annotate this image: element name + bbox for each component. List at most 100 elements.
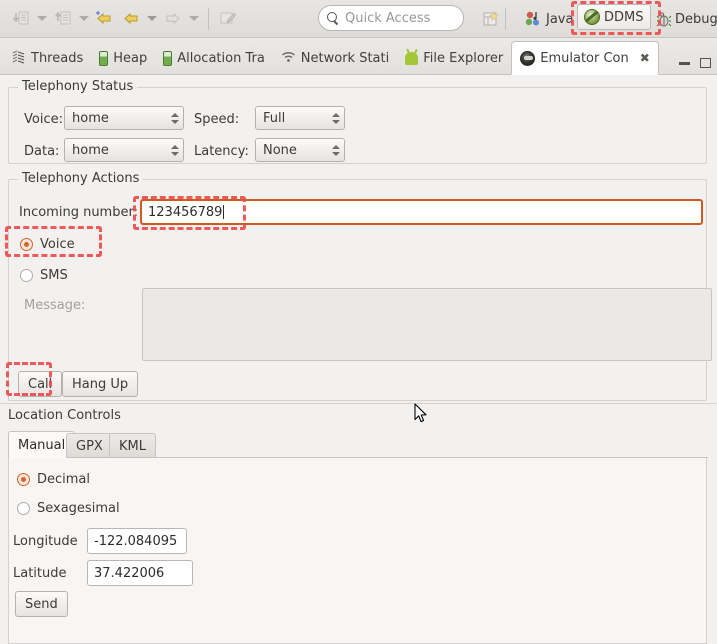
latency-status-value: None [263, 142, 297, 158]
incoming-number-value: 123456789 [148, 204, 223, 220]
export-icon[interactable] [50, 5, 76, 33]
longitude-value: -122.084095 [94, 533, 178, 549]
telephony-actions-title: Telephony Actions [18, 171, 144, 186]
tab-network-statistics-label: Network Stati [300, 51, 390, 66]
tab-kml[interactable]: KML [109, 433, 156, 458]
latitude-input[interactable]: 37.422006 [87, 560, 193, 586]
java-perspective-icon [525, 11, 542, 27]
data-status-spinner-arrows-icon[interactable] [167, 139, 183, 161]
quick-access-search[interactable]: Quick Access [318, 5, 464, 31]
back-arrow-icon[interactable] [92, 5, 118, 33]
tab-allocation-tracker[interactable]: Allocation Tra [155, 43, 273, 74]
voice-status-spinner-arrows-icon[interactable] [167, 107, 183, 129]
data-status-value: home [72, 142, 109, 158]
telephony-actions-group: Telephony Actions Incoming number: 12345… [8, 171, 712, 401]
call-button[interactable]: Call [18, 371, 63, 397]
close-icon[interactable]: ✖ [640, 51, 650, 65]
voice-status-label: Voice: [24, 112, 63, 127]
tab-gpx[interactable]: GPX [66, 433, 113, 458]
sexagesimal-radio-button[interactable] [17, 502, 30, 515]
emulator-control-panel: Telephony Status Voice: home Speed: Full… [0, 75, 717, 644]
message-label: Message: [24, 298, 86, 313]
decimal-radio-row[interactable]: Decimal [17, 472, 90, 487]
heap-icon [99, 51, 109, 66]
section-divider [0, 403, 717, 404]
longitude-label: Longitude [13, 534, 78, 549]
minimize-icon[interactable] [679, 61, 690, 65]
file-explorer-icon [405, 52, 419, 65]
back-dropdown-caret-icon[interactable] [144, 5, 160, 33]
open-perspective-icon[interactable] [478, 5, 504, 33]
latency-status-combo[interactable]: None [255, 138, 345, 162]
perspective-ddms[interactable]: DDMS [577, 4, 651, 30]
tab-threads[interactable]: Threads [4, 43, 91, 74]
sms-radio-label: SMS [40, 268, 68, 283]
forward-dropdown-caret-icon[interactable] [186, 5, 202, 33]
view-tab-bar: Threads Heap Allocation Tra Network Stat… [0, 38, 717, 75]
search-icon [327, 11, 340, 25]
perspective-java-label: Java [546, 11, 574, 27]
hangup-button[interactable]: Hang Up [62, 371, 139, 397]
speed-status-combo[interactable]: Full [255, 106, 345, 130]
tab-kml-label: KML [119, 438, 146, 454]
latitude-value: 37.422006 [94, 565, 165, 581]
forward-arrow-icon[interactable] [160, 5, 186, 33]
toolbar-divider [208, 7, 209, 30]
voice-status-combo[interactable]: home [64, 106, 184, 130]
debug-perspective-icon [656, 11, 672, 27]
data-status-combo[interactable]: home [64, 138, 184, 162]
tab-file-explorer-label: File Explorer [423, 51, 504, 66]
ddms-perspective-icon [584, 9, 600, 25]
tab-emulator-control-label: Emulator Con [540, 50, 629, 66]
latency-status-spinner-arrows-icon[interactable] [328, 139, 344, 161]
tab-file-explorer[interactable]: File Explorer [397, 43, 511, 74]
telephony-status-group: Telephony Status Voice: home Speed: Full… [8, 79, 707, 164]
tab-underline [67, 457, 708, 458]
incoming-number-input[interactable]: 123456789 [140, 199, 703, 225]
location-controls-title: Location Controls [8, 408, 121, 423]
longitude-input[interactable]: -122.084095 [87, 528, 187, 554]
speed-status-label: Speed: [194, 112, 240, 127]
emulator-control-icon [520, 50, 536, 66]
maximize-icon[interactable] [700, 58, 711, 68]
speed-status-value: Full [263, 110, 286, 126]
sexagesimal-radio-label: Sexagesimal [37, 501, 120, 516]
manual-location-panel: Decimal Sexagesimal Longitude -122.08409… [8, 457, 708, 644]
tab-gpx-label: GPX [76, 438, 103, 454]
perspective-ddms-label: DDMS [604, 9, 644, 25]
export-dropdown-caret-icon[interactable] [76, 5, 92, 33]
sms-radio-button[interactable] [20, 269, 33, 282]
incoming-number-label: Incoming number: [19, 205, 138, 220]
perspective-debug-label: Debug [675, 11, 717, 27]
threads-icon [12, 50, 26, 68]
voice-radio-button[interactable] [20, 238, 33, 251]
tab-heap[interactable]: Heap [91, 43, 155, 74]
perspective-java[interactable]: Java [519, 6, 579, 32]
voice-radio-label: Voice [40, 237, 75, 252]
import-icon[interactable] [8, 5, 34, 33]
sms-radio-row[interactable]: SMS [20, 268, 68, 283]
voice-radio-row[interactable]: Voice [20, 237, 75, 252]
data-status-label: Data: [24, 144, 60, 159]
speed-status-spinner-arrows-icon[interactable] [328, 107, 344, 129]
send-button[interactable]: Send [15, 591, 68, 617]
latitude-label: Latitude [13, 566, 67, 581]
toolbar-divider-2 [505, 8, 506, 30]
telephony-status-title: Telephony Status [18, 79, 138, 94]
decimal-radio-button[interactable] [17, 473, 30, 486]
perspective-debug[interactable]: Debug [650, 6, 717, 32]
ddms-emulator-control-window: Quick Access Java DDMS Debug Threads Hea… [0, 0, 717, 644]
text-caret [223, 205, 225, 219]
tab-network-statistics[interactable]: Network Stati [273, 43, 397, 74]
import-dropdown-caret-icon[interactable] [34, 5, 50, 33]
mouse-cursor [414, 403, 428, 428]
view-window-buttons [679, 58, 711, 68]
sexagesimal-radio-row[interactable]: Sexagesimal [17, 501, 120, 516]
tab-emulator-control[interactable]: Emulator Con ✖ [511, 41, 659, 75]
decimal-radio-label: Decimal [37, 472, 91, 487]
forward-arrow-back-icon[interactable] [118, 5, 144, 33]
tab-manual-label: Manual [18, 437, 66, 453]
new-editor-icon[interactable] [215, 5, 241, 33]
quick-access-placeholder: Quick Access [345, 10, 431, 26]
message-textarea[interactable] [142, 288, 712, 361]
